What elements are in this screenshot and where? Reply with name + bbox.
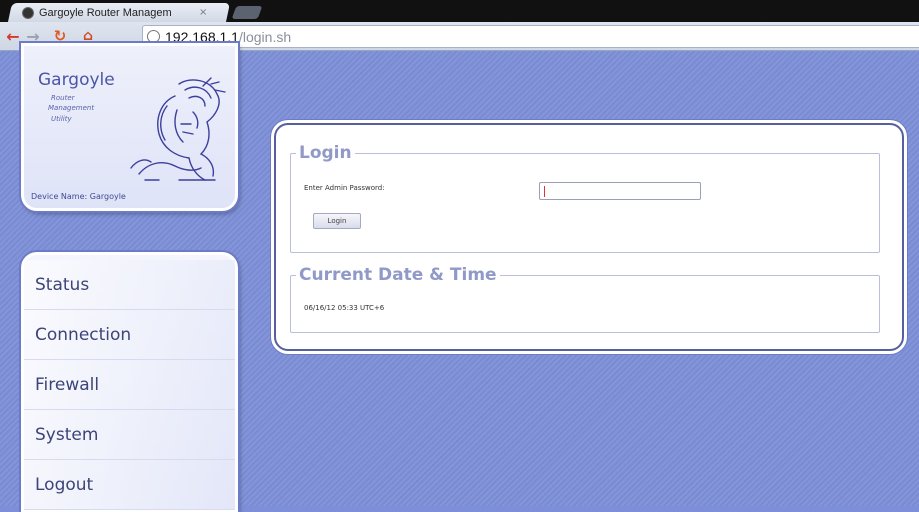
tab-close-icon[interactable]: ×: [199, 7, 207, 18]
browser-tab-bar: Gargoyle Router Managem ×: [0, 0, 919, 22]
login-fieldset: Login Enter Admin Password: Login: [290, 143, 880, 253]
login-legend: Login: [299, 143, 352, 163]
menu-item-status[interactable]: Status: [24, 260, 235, 310]
device-name: Device Name: Gargoyle: [31, 192, 126, 201]
login-panel: Login Enter Admin Password: Login Curren…: [274, 123, 904, 351]
menu-item-system[interactable]: System: [24, 410, 235, 460]
password-input[interactable]: [539, 182, 701, 200]
page-content: Gargoyle Router Management Utility Devic…: [0, 43, 919, 512]
logo-panel: Gargoyle Router Management Utility Devic…: [21, 43, 238, 211]
text-caret: [544, 186, 545, 197]
current-datetime: 06/16/12 05:33 UTC+6: [304, 304, 385, 312]
datetime-fieldset: Current Date & Time 06/16/12 05:33 UTC+6: [290, 265, 880, 333]
logo-title: Gargoyle: [38, 70, 115, 90]
menu-item-connection[interactable]: Connection: [24, 310, 235, 360]
logo-subtitle-line: Router: [51, 94, 75, 102]
new-tab-button[interactable]: [231, 6, 263, 19]
page-icon: [147, 30, 160, 43]
url-path: /login.sh: [238, 28, 292, 45]
datetime-legend: Current Date & Time: [299, 265, 497, 285]
back-arrow-icon[interactable]: ←: [4, 27, 22, 46]
tab-title: Gargoyle Router Managem: [39, 6, 172, 19]
menu-item-logout[interactable]: Logout: [24, 460, 235, 510]
password-label: Enter Admin Password:: [304, 184, 385, 192]
logo-subtitle-line: Management: [48, 104, 95, 112]
favicon-icon: [22, 6, 34, 19]
side-menu: Status Connection Firewall System Logout: [21, 252, 238, 512]
browser-tab-content[interactable]: Gargoyle Router Managem ×: [22, 3, 232, 22]
login-button[interactable]: Login: [313, 213, 361, 229]
gargoyle-logo-icon: [130, 77, 226, 181]
logo-subtitle-line: Utility: [51, 115, 72, 123]
address-bar[interactable]: 192.168.1.1 /login.sh: [142, 25, 919, 48]
menu-item-firewall[interactable]: Firewall: [24, 360, 235, 410]
